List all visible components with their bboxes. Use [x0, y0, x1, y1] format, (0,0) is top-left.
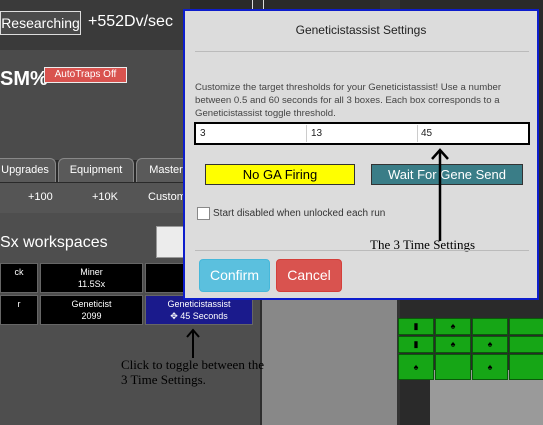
map-grid: ▮ ♠ ▮ ♠ ♠ ♠ ♠	[398, 318, 543, 380]
researching-button[interactable]: Researching	[0, 11, 81, 35]
background-panel	[262, 300, 397, 425]
tab-row: Upgrades Equipment Master	[0, 158, 196, 182]
buy-10k-button[interactable]: +10K	[92, 191, 118, 203]
map-cell[interactable]: ♠	[472, 336, 508, 353]
map-cell[interactable]	[509, 354, 543, 380]
map-cell[interactable]: ▮	[398, 318, 434, 335]
tab-equipment[interactable]: Equipment	[58, 158, 134, 182]
no-ga-firing-button[interactable]: No GA Firing	[205, 164, 355, 185]
map-cell[interactable]	[509, 318, 543, 335]
map-cell[interactable]	[509, 336, 543, 353]
arrow-up-icon	[186, 328, 200, 358]
job-button[interactable]: ck	[0, 263, 38, 293]
job-name: Miner	[80, 267, 103, 277]
dialog-description: Customize the target thresholds for your…	[195, 82, 502, 119]
dialog-title: Geneticistassist Settings	[295, 23, 427, 37]
job-name: Geneticist	[71, 299, 112, 309]
dv-rate: +552Dv/sec	[88, 13, 173, 30]
threshold-inputs	[194, 122, 530, 145]
job-button-miner[interactable]: Miner 11.5Sx	[40, 263, 143, 293]
job-button-geneticist[interactable]: Geneticist 2099	[40, 295, 143, 325]
workspace-title: Sx workspaces	[0, 234, 108, 251]
job-button[interactable]	[145, 263, 185, 293]
job-value: 2099	[81, 311, 102, 321]
job-name: r	[17, 299, 21, 309]
start-disabled-label: Start disabled when unlocked each run	[213, 208, 386, 219]
threshold-input-3[interactable]	[418, 125, 528, 142]
threshold-input-1[interactable]	[197, 125, 307, 142]
start-disabled-checkbox[interactable]	[197, 207, 210, 220]
buy-100-button[interactable]: +100	[28, 191, 53, 203]
map-cell[interactable]: ▮	[398, 336, 434, 353]
job-name: ck	[14, 267, 24, 277]
map-cell[interactable]	[472, 318, 508, 335]
divider	[195, 51, 529, 52]
settings-icon: ✥	[170, 311, 178, 321]
job-button[interactable]: r	[0, 295, 38, 325]
sm-percent: SM%	[0, 68, 48, 90]
map-cell[interactable]: ♠	[435, 318, 471, 335]
tab-upgrades[interactable]: Upgrades	[0, 158, 56, 182]
divider	[195, 250, 529, 251]
confirm-button[interactable]: Confirm	[199, 259, 270, 292]
map-cell[interactable]: ♠	[472, 354, 508, 380]
job-value: 45 Seconds	[180, 311, 228, 321]
toggle-note: Click to toggle between the 3 Time Setti…	[121, 357, 264, 387]
buy-amount-row: +100 +10K Custom	[0, 183, 190, 213]
threshold-input-2[interactable]	[308, 125, 418, 142]
cancel-button[interactable]: Cancel	[276, 259, 342, 292]
autotraps-button[interactable]: AutoTraps Off	[44, 67, 127, 83]
map-cell[interactable]: ♠	[435, 336, 471, 353]
map-cell[interactable]: ♠	[398, 354, 434, 380]
arrow-up-icon	[431, 148, 449, 241]
buy-custom-button[interactable]: Custom	[148, 191, 186, 203]
job-value: 11.5Sx	[77, 279, 106, 289]
map-cell[interactable]	[435, 354, 471, 380]
geneticistassist-settings-dialog: Geneticistassist Settings Customize the …	[183, 9, 539, 300]
